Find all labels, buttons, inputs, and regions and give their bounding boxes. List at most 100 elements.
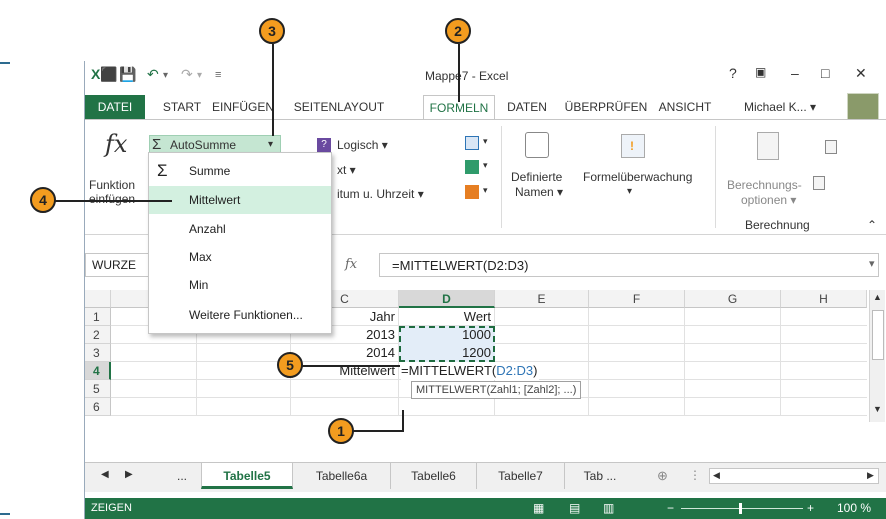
datum-button[interactable]: itum u. Uhrzeit ▾	[337, 187, 424, 201]
page-layout-view-icon[interactable]: ▤	[569, 498, 580, 519]
lookup-icon[interactable]	[465, 136, 479, 150]
add-sheet-icon[interactable]: ⊕	[657, 468, 668, 484]
math-icon[interactable]	[465, 160, 479, 174]
autosumme-label: AutoSumme	[170, 138, 237, 152]
namen-button[interactable]: Namen ▾	[515, 185, 563, 199]
scroll-thumb[interactable]	[872, 310, 884, 360]
maximize-icon[interactable]: □	[821, 65, 829, 81]
tab-seitenlayout[interactable]: SEITENLAYOUT	[285, 95, 393, 119]
more-functions-dropdown-icon[interactable]: ▾	[483, 185, 488, 196]
cell-d4-editing[interactable]: =MITTELWERT(D2:D3)	[401, 362, 540, 380]
sheet-tab-tabelle6a[interactable]: Tabelle6a	[293, 463, 391, 489]
insert-function-icon[interactable]: fx	[105, 130, 127, 158]
insert-function-label[interactable]: Funktion	[89, 178, 135, 192]
sheet-tab-tabelle6[interactable]: Tabelle6	[391, 463, 477, 489]
lookup-dropdown-icon[interactable]: ▾	[483, 136, 488, 147]
cell-d1[interactable]: Wert	[399, 308, 491, 326]
sheet-tab-tabelle5[interactable]: Tabelle5	[201, 463, 293, 489]
calculate-sheet-icon[interactable]	[813, 176, 825, 190]
definierte-label[interactable]: Definierte	[511, 170, 562, 184]
menu-item-summe[interactable]: Σ Summe	[149, 157, 331, 185]
row-header-6[interactable]: 6	[85, 398, 111, 416]
row-header-5[interactable]: 5	[85, 380, 111, 398]
cell-d3[interactable]: 1200	[399, 344, 491, 362]
zoom-out-icon[interactable]: −	[667, 498, 674, 519]
column-header-e[interactable]: E	[495, 290, 589, 308]
calculator-icon[interactable]	[757, 132, 779, 160]
vertical-scrollbar[interactable]: ▲ ▼	[869, 290, 885, 422]
zoom-level[interactable]: 100 %	[837, 498, 871, 519]
column-header-h[interactable]: H	[781, 290, 867, 308]
menu-item-min[interactable]: Min	[149, 271, 331, 299]
berechnungsoptionen-label[interactable]: Berechnungs-	[727, 178, 802, 192]
name-box[interactable]: WURZE	[85, 253, 149, 277]
formelueberwachung-dropdown-icon[interactable]: ▾	[627, 186, 632, 197]
sheet-nav-next-icon[interactable]: ▶	[125, 469, 133, 480]
scroll-right-icon[interactable]: ▶	[867, 470, 874, 481]
zoom-slider-thumb[interactable]	[739, 503, 742, 514]
function-tooltip[interactable]: MITTELWERT(Zahl1; [Zahl2]; ...)	[411, 381, 582, 399]
logisch-button[interactable]: Logisch ▾	[337, 138, 388, 152]
save-icon[interactable]: 💾	[119, 66, 136, 83]
sheet-nav-prev-icon[interactable]: ◀	[101, 469, 109, 480]
zoom-in-icon[interactable]: +	[807, 498, 814, 519]
undo-icon[interactable]: ↶	[147, 66, 159, 83]
row-header-2[interactable]: 2	[85, 326, 111, 344]
tab-splitter-icon[interactable]: ⋮	[689, 468, 701, 482]
column-header-g[interactable]: G	[685, 290, 781, 308]
scroll-down-icon[interactable]: ▼	[873, 404, 882, 414]
user-account[interactable]: Michael K... ▾	[735, 95, 825, 119]
normal-view-icon[interactable]: ▦	[533, 498, 544, 519]
select-all-corner[interactable]	[85, 290, 111, 308]
redo-dropdown-icon[interactable]: ▾	[197, 70, 202, 81]
sheet-tab-more[interactable]: ...	[163, 463, 201, 489]
collapse-ribbon-icon[interactable]: ⌃	[867, 218, 877, 232]
customize-qat-icon[interactable]: ≡	[215, 69, 221, 81]
zoom-slider[interactable]	[681, 508, 803, 509]
tab-daten[interactable]: DATEN	[499, 95, 555, 119]
callout-5-line	[300, 365, 400, 367]
more-functions-icon[interactable]	[465, 185, 479, 199]
formula-input[interactable]: =MITTELWERT(D2:D3)	[379, 253, 879, 277]
avatar[interactable]	[847, 93, 879, 121]
menu-item-max[interactable]: Max	[149, 243, 331, 271]
minimize-icon[interactable]: –	[791, 65, 799, 81]
tab-datei[interactable]: DATEI	[85, 95, 145, 119]
row-header-3[interactable]: 3	[85, 344, 111, 362]
sheet-tabs-bar: ◀ ▶ ... Tabelle5 Tabelle6a Tabelle6 Tabe…	[85, 462, 886, 492]
row-header-4[interactable]: 4	[85, 362, 111, 380]
tab-ansicht[interactable]: ANSICHT	[653, 95, 717, 119]
page-break-view-icon[interactable]: ▥	[603, 498, 614, 519]
scroll-left-icon[interactable]: ◀	[713, 470, 720, 481]
menu-item-anzahl[interactable]: Anzahl	[149, 215, 331, 243]
row-header-1[interactable]: 1	[85, 308, 111, 326]
tab-start[interactable]: START	[157, 95, 207, 119]
cell-d2[interactable]: 1000	[399, 326, 491, 344]
expand-formula-bar-icon[interactable]: ▾	[869, 257, 875, 270]
formelueberwachung-label[interactable]: Formelüberwachung	[583, 170, 692, 184]
sheet-tab-more-right[interactable]: Tab ...	[565, 463, 635, 489]
menu-item-weitere-funktionen[interactable]: Weitere Funktionen...	[149, 301, 331, 329]
menu-item-mittelwert[interactable]: Mittelwert	[149, 186, 331, 214]
math-dropdown-icon[interactable]: ▾	[483, 160, 488, 171]
column-header-d[interactable]: D	[399, 290, 495, 308]
redo-icon[interactable]: ↷	[181, 66, 193, 83]
close-icon[interactable]: ✕	[855, 65, 867, 82]
tab-ueberpruefen[interactable]: ÜBERPRÜFEN	[563, 95, 649, 119]
undo-dropdown-icon[interactable]: ▾	[163, 70, 168, 81]
sheet-tab-tabelle7[interactable]: Tabelle7	[477, 463, 565, 489]
calculate-now-icon[interactable]	[825, 140, 837, 154]
chevron-down-icon: ▾	[268, 139, 274, 150]
help-icon[interactable]: ?	[729, 65, 737, 81]
formula-auditing-icon[interactable]: !	[621, 134, 645, 158]
ribbon-display-icon[interactable]: ▣	[755, 65, 766, 79]
column-header-f[interactable]: F	[589, 290, 685, 308]
text-button[interactable]: xt ▾	[337, 163, 356, 177]
defined-names-icon[interactable]	[525, 132, 549, 158]
scroll-up-icon[interactable]: ▲	[873, 292, 882, 302]
cell-c3[interactable]: 2014	[291, 344, 395, 362]
tab-einfuegen[interactable]: EINFÜGEN	[209, 95, 277, 119]
fx-icon[interactable]: fx	[345, 257, 357, 272]
optionen-button[interactable]: optionen ▾	[741, 193, 796, 207]
horizontal-scrollbar[interactable]: ◀ ▶	[709, 468, 879, 484]
